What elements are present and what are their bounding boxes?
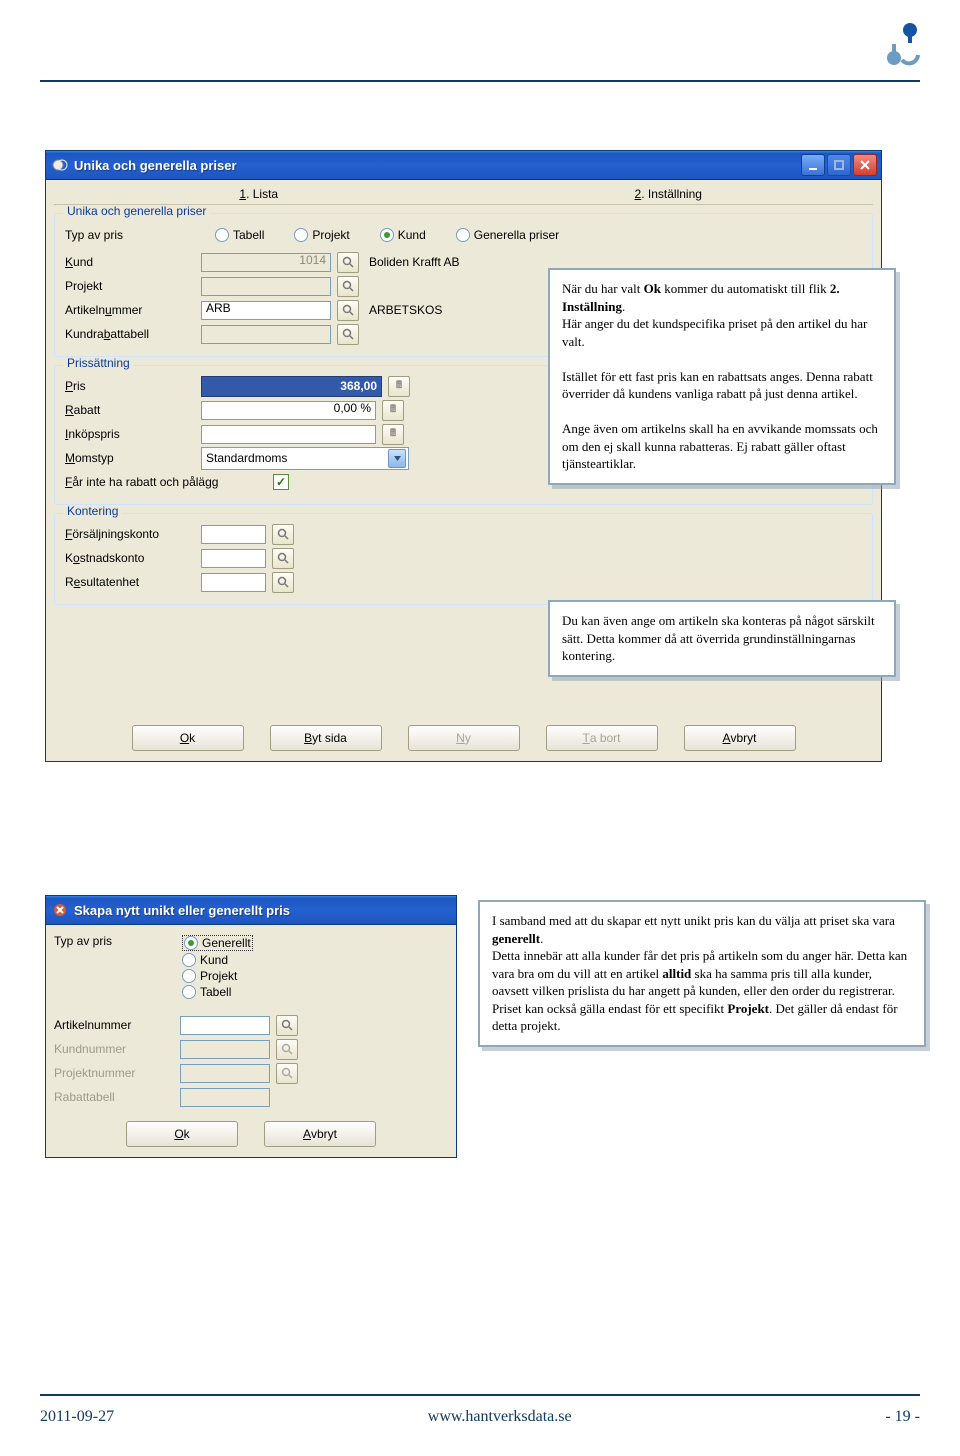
kundnummer-label: Kundnummer [54, 1043, 174, 1055]
kundrabattabell-label: Kundrabattabell [65, 328, 195, 340]
minimize-button[interactable] [801, 154, 825, 176]
artikelnummer-lookup-2[interactable] [276, 1015, 298, 1036]
kundnummer-lookup[interactable] [276, 1039, 298, 1060]
rabatt-input[interactable]: 0,00 % [201, 401, 376, 420]
app-icon [52, 157, 68, 173]
bottom-rule [40, 1394, 920, 1396]
artikelnummer-input-2[interactable] [180, 1016, 270, 1035]
titlebar: Unika och generella priser [46, 151, 881, 180]
window-skapa-pris: Skapa nytt unikt eller generellt pris Ty… [45, 895, 457, 1158]
logo-icon [884, 20, 920, 70]
projektnummer-input [180, 1064, 270, 1083]
radio-tabell[interactable]: Tabell [215, 228, 264, 242]
callout-1: När du har valt Ok kommer du automatiskt… [548, 268, 896, 485]
rabattabell-input [180, 1088, 270, 1107]
projektnummer-lookup[interactable] [276, 1063, 298, 1084]
farinte-label: Får inte ha rabatt och pålägg [65, 476, 265, 488]
rabattabell-label: Rabattabell [54, 1091, 174, 1103]
inkop-input[interactable] [201, 425, 376, 444]
kundrabattabell-lookup[interactable] [337, 324, 359, 345]
artikelnummer-input[interactable]: ARB [201, 301, 331, 320]
radio-kund[interactable]: Kund [380, 228, 426, 242]
artikelnummer-label-2: Artikelnummer [54, 1019, 174, 1031]
callout-2: Du kan även ange om artikeln ska kontera… [548, 600, 896, 677]
group-kontering: Kontering Försäljningskonto Kostnadskont… [54, 513, 873, 605]
kund-input: 1014 [201, 253, 331, 272]
rabatt-label: Rabatt [65, 404, 195, 416]
inkop-calc[interactable]: 🖩 [382, 424, 404, 445]
kostnadskonto-label: Kostnadskonto [65, 552, 195, 564]
titlebar-2: Skapa nytt unikt eller generellt pris [46, 896, 456, 925]
avbryt-button-2[interactable]: Avbryt [264, 1121, 376, 1147]
momstyp-label: Momstyp [65, 452, 195, 464]
radio-tabell-2[interactable]: Tabell [182, 985, 253, 999]
footer-page: - 19 - [885, 1408, 920, 1426]
artikelnummer-label: Artikelnummer [65, 304, 195, 316]
callout-3: I samband med att du skapar ett nytt uni… [478, 900, 926, 1047]
radio-generella[interactable]: Generella priser [456, 228, 559, 242]
ok-button[interactable]: Ok [132, 725, 244, 751]
inkop-label: Inköpspris [65, 428, 195, 440]
pris-label: Pris [65, 380, 195, 392]
avbryt-button[interactable]: Avbryt [684, 725, 796, 751]
forsaljningskonto-label: Försäljningskonto [65, 528, 195, 540]
pris-calc[interactable]: 🖩 [388, 376, 410, 397]
window-title-2: Skapa nytt unikt eller generellt pris [74, 903, 290, 918]
projekt-input [201, 277, 331, 296]
kund-label: Kund [65, 256, 195, 268]
forsaljningskonto-input[interactable] [201, 525, 266, 544]
momstyp-value: Standardmoms [206, 452, 287, 464]
tab-installning[interactable]: 2. Inställning [464, 184, 874, 204]
farinte-checkbox[interactable] [273, 474, 289, 490]
kundnummer-input [180, 1040, 270, 1059]
kostnadskonto-input[interactable] [201, 549, 266, 568]
close-button[interactable] [853, 154, 877, 176]
tab-lista[interactable]: 1. Lista [54, 184, 464, 204]
tabort-button[interactable]: Ta bort [546, 725, 658, 751]
artikelnummer-lookup[interactable] [337, 300, 359, 321]
typ-av-pris-label: Typ av pris [65, 229, 185, 241]
resultatenhet-label: Resultatenhet [65, 576, 195, 588]
group-legend-2: Prissättning [63, 357, 134, 369]
rabatt-calc[interactable]: 🖩 [382, 400, 404, 421]
forsaljningskonto-lookup[interactable] [272, 524, 294, 545]
group-legend-3: Kontering [63, 505, 122, 517]
top-rule [40, 80, 920, 82]
radio-kund-2[interactable]: Kund [182, 953, 253, 967]
radio-projekt[interactable]: Projekt [294, 228, 349, 242]
resultatenhet-lookup[interactable] [272, 572, 294, 593]
projektnummer-label: Projektnummer [54, 1067, 174, 1079]
kund-lookup[interactable] [337, 252, 359, 273]
momstyp-select[interactable]: Standardmoms [201, 447, 409, 470]
footer-date: 2011-09-27 [40, 1408, 114, 1426]
pris-input[interactable]: 368,00 [201, 376, 382, 397]
dialog-icon [52, 902, 68, 918]
kostnadskonto-lookup[interactable] [272, 548, 294, 569]
window-title: Unika och generella priser [74, 158, 237, 173]
kundrabattabell-input [201, 325, 331, 344]
typ-av-pris-label-2: Typ av pris [54, 935, 174, 999]
footer-url: www.hantverksdata.se [428, 1408, 572, 1426]
resultatenhet-input[interactable] [201, 573, 266, 592]
artikel-name: ARBETSKOS [369, 304, 442, 316]
kund-name: Boliden Krafft AB [369, 256, 460, 268]
radio-generellt[interactable]: Generellt [182, 935, 253, 951]
radio-projekt-2[interactable]: Projekt [182, 969, 253, 983]
page-footer: 2011-09-27 www.hantverksdata.se - 19 - [40, 1408, 920, 1426]
projekt-lookup[interactable] [337, 276, 359, 297]
projekt-label: Projekt [65, 280, 195, 292]
group-legend: Unika och generella priser [63, 205, 210, 217]
ok-button-2[interactable]: Ok [126, 1121, 238, 1147]
maximize-button[interactable] [827, 154, 851, 176]
ny-button[interactable]: Ny [408, 725, 520, 751]
bytsida-button[interactable]: Byt sida [270, 725, 382, 751]
